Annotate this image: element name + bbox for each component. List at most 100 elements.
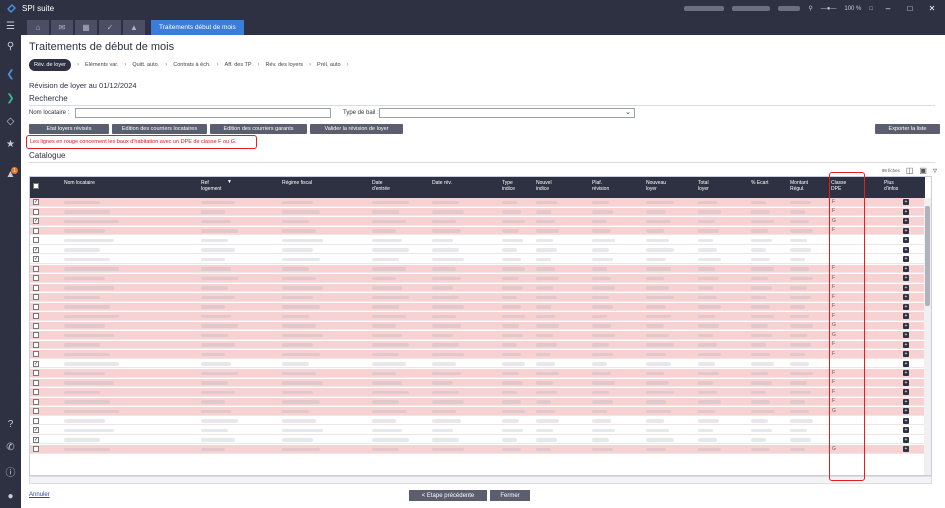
row-checkbox[interactable] — [33, 389, 39, 395]
row-checkbox[interactable] — [33, 417, 39, 424]
document-icon[interactable]: □ — [869, 6, 873, 12]
table-row[interactable]: ✓ + — [30, 435, 925, 445]
bell-tab-icon[interactable]: ▲ — [123, 20, 145, 35]
row-checkbox[interactable] — [33, 379, 39, 386]
table-row[interactable]: ✓ + — [30, 245, 925, 255]
more-info-button[interactable]: + — [903, 227, 909, 234]
support-icon[interactable]: ✆ — [0, 440, 21, 454]
more-info-button[interactable]: + — [903, 379, 909, 386]
row-checkbox[interactable]: ✓ — [33, 199, 39, 205]
more-info-button[interactable]: + — [903, 332, 909, 338]
search-icon[interactable]: ⚲ — [808, 5, 812, 12]
table-row[interactable]: G + — [30, 445, 925, 454]
row-checkbox[interactable] — [33, 370, 39, 376]
row-checkbox[interactable]: ✓ — [33, 427, 39, 433]
more-info-button[interactable]: + — [903, 237, 909, 243]
table-row[interactable]: ✓ + — [30, 255, 925, 264]
col-ref-logement[interactable]: Ref logement — [201, 180, 229, 192]
more-info-button[interactable]: + — [903, 256, 909, 262]
table-row[interactable]: F + — [30, 264, 925, 274]
row-checkbox[interactable] — [33, 446, 39, 452]
col-nouvel-indice[interactable]: Nouvel indice — [536, 180, 560, 192]
more-info-button[interactable]: + — [903, 208, 909, 215]
table-row[interactable]: F + — [30, 369, 925, 378]
step-rev-loyer[interactable]: Rév. de loyer — [29, 59, 71, 71]
step-rev-des-loyers[interactable]: Rév. des loyers — [266, 62, 304, 68]
col-date-rev[interactable]: Date rév. — [432, 180, 454, 186]
table-row[interactable]: ✓ + — [30, 426, 925, 435]
minimize-button[interactable]: – — [881, 4, 895, 13]
col-type-indice[interactable]: Type indice — [502, 180, 524, 192]
more-info-button[interactable]: + — [903, 294, 909, 300]
valider-revision-button[interactable]: Valider la révision de loyer — [310, 124, 403, 134]
etat-loyers-button[interactable]: Etat loyers révisés — [29, 124, 109, 134]
more-info-button[interactable]: + — [903, 275, 909, 281]
col-plaf-revision[interactable]: Plaf. révision — [592, 180, 618, 192]
table-row[interactable]: F + — [30, 302, 925, 312]
row-checkbox[interactable]: ✓ — [33, 360, 39, 367]
more-info-button[interactable]: + — [903, 417, 909, 424]
zoom-slider-icon[interactable]: —●— — [821, 6, 837, 12]
star-nav-icon[interactable]: ★ — [0, 137, 21, 151]
scrollbar-thumb[interactable] — [925, 206, 930, 306]
close-window-button[interactable]: ✕ — [925, 4, 939, 13]
col-plus-infos[interactable]: Plus d'infos — [884, 180, 908, 192]
col-regime-fiscal[interactable]: Régime fiscal — [282, 180, 312, 186]
columns-icon[interactable]: ◫ — [906, 166, 914, 175]
edition-courriers-garants-button[interactable]: Edition des courriers garants — [210, 124, 307, 134]
table-row[interactable]: F + — [30, 388, 925, 397]
mail-tab-icon[interactable]: ✉ — [51, 20, 73, 35]
table-row[interactable]: + — [30, 416, 925, 426]
info-icon[interactable]: ⓘ — [0, 464, 21, 479]
table-row[interactable]: F + — [30, 350, 925, 359]
nom-locataire-input[interactable] — [75, 108, 331, 118]
etape-precedente-button[interactable]: < Etape précédente — [409, 490, 487, 501]
col-nouveau-loyer[interactable]: Nouveau loyer — [646, 180, 672, 192]
row-checkbox[interactable] — [33, 303, 39, 310]
back-nav-icon[interactable]: ❮ — [0, 67, 21, 81]
notifications-nav-icon[interactable]: ▲ 1 — [0, 167, 21, 181]
row-checkbox[interactable] — [33, 227, 39, 234]
table-row[interactable]: F + — [30, 293, 925, 302]
vertical-scrollbar[interactable] — [924, 198, 931, 475]
hamburger-menu-icon[interactable]: ☰ — [0, 19, 21, 33]
step-prel-auto[interactable]: Prél. auto — [317, 62, 341, 68]
more-info-button[interactable]: + — [903, 341, 909, 348]
edition-courriers-locataires-button[interactable]: Edition des courriers locataires — [112, 124, 207, 134]
row-checkbox[interactable] — [33, 237, 39, 243]
row-checkbox[interactable] — [33, 332, 39, 338]
code-nav-icon[interactable]: ◇ — [0, 114, 21, 128]
step-quitt-auto[interactable]: Quitt. auto. — [132, 62, 159, 68]
col-total-loyer[interactable]: Total loyer — [698, 180, 720, 192]
more-info-button[interactable]: + — [903, 284, 909, 291]
export-icon[interactable]: ▣ — [919, 166, 927, 175]
row-checkbox[interactable]: ✓ — [33, 436, 39, 443]
more-info-button[interactable]: + — [903, 199, 909, 205]
row-checkbox[interactable] — [33, 275, 39, 281]
row-checkbox[interactable] — [33, 208, 39, 215]
table-row[interactable]: F + — [30, 274, 925, 283]
more-info-button[interactable]: + — [903, 246, 909, 253]
more-info-button[interactable]: + — [903, 322, 909, 329]
help-icon[interactable]: ? — [0, 417, 21, 431]
more-info-button[interactable]: + — [903, 218, 909, 224]
search-nav-icon[interactable]: ⚲ — [0, 39, 21, 53]
table-row[interactable]: G + — [30, 407, 925, 416]
more-info-button[interactable]: + — [903, 351, 909, 357]
check-tab-icon[interactable]: ✓ — [99, 20, 121, 35]
more-info-button[interactable]: + — [903, 408, 909, 414]
col-pct-ecart[interactable]: % Ecart — [751, 180, 775, 186]
col-nom-locataire[interactable]: Nom locataire — [64, 180, 104, 186]
home-tab-icon[interactable]: ⌂ — [27, 20, 49, 35]
select-all-checkbox[interactable] — [33, 183, 39, 189]
forward-nav-icon[interactable]: ❯ — [0, 91, 21, 105]
table-row[interactable]: F + — [30, 226, 925, 236]
type-bail-select[interactable]: ⌄ — [379, 108, 635, 118]
row-checkbox[interactable]: ✓ — [33, 246, 39, 253]
step-elements-var[interactable]: Eléments var. — [85, 62, 118, 68]
fermer-button[interactable]: Fermer — [490, 490, 530, 501]
row-checkbox[interactable] — [33, 313, 39, 319]
table-row[interactable]: F + — [30, 397, 925, 407]
table-row[interactable]: F + — [30, 340, 925, 350]
col-montant-regul[interactable]: Montant Régul. — [790, 180, 818, 192]
